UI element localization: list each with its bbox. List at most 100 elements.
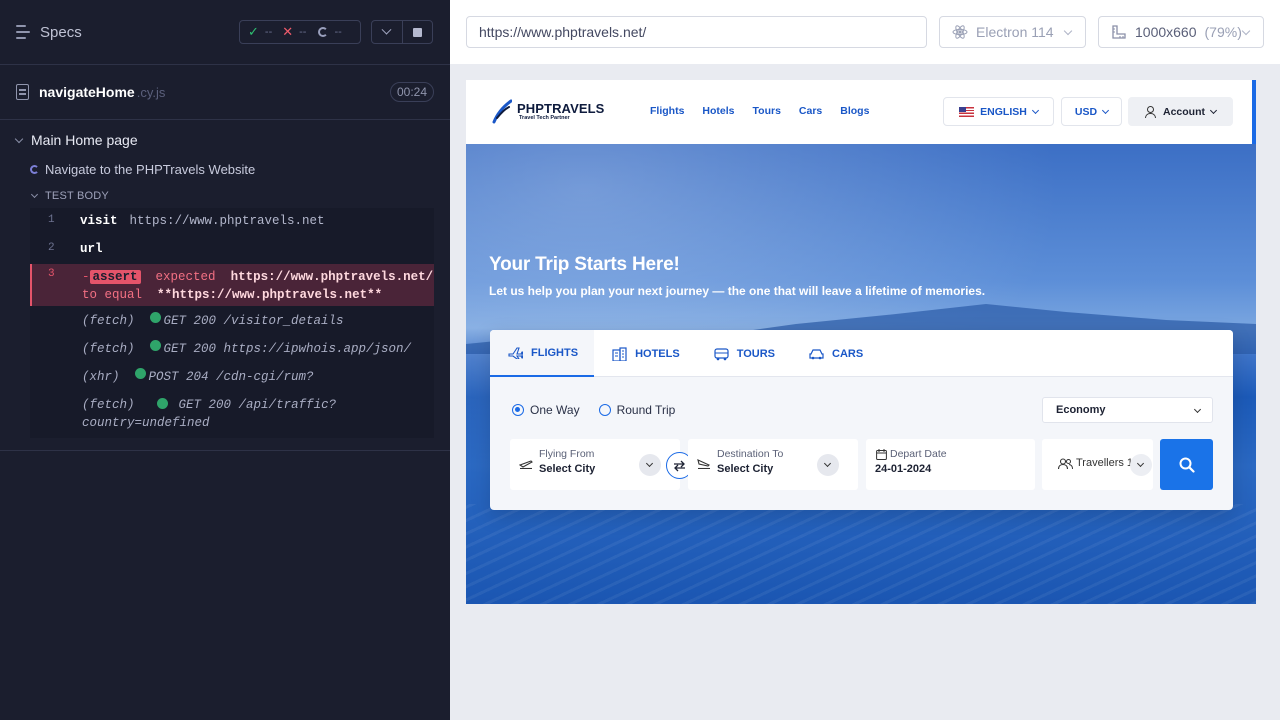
tab-cars[interactable]: CARS (791, 330, 879, 377)
one-way-label[interactable]: One Way (530, 403, 580, 417)
nav-link-flights[interactable]: Flights (650, 105, 684, 117)
users-icon (1058, 458, 1073, 470)
tab-tours[interactable]: TOURS (696, 330, 791, 377)
cabin-class-select[interactable]: Economy (1042, 397, 1213, 423)
cypress-reporter: Specs ✓ -- ✕ -- -- navigateHome .cy.js 0… (0, 0, 450, 720)
nav-link-cars[interactable]: Cars (799, 105, 822, 117)
assert-tag: assert (89, 270, 141, 284)
nav-link-tours[interactable]: Tours (753, 105, 781, 117)
round-trip-radio[interactable] (598, 404, 611, 416)
destination-dropdown[interactable] (817, 454, 839, 476)
request-text: GET 200 /visitor_details (163, 314, 344, 328)
expected-word: expected (155, 270, 216, 284)
travellers-dropdown[interactable] (1130, 454, 1152, 476)
specs-label[interactable]: Specs (40, 24, 82, 41)
destination-field[interactable]: Destination To Select City (688, 439, 858, 490)
request-kind: (fetch) (82, 342, 135, 356)
round-trip-label[interactable]: Round Trip (617, 403, 676, 417)
hero-lounge-chairs (466, 504, 1256, 604)
nav-link-hotels[interactable]: Hotels (702, 105, 734, 117)
hero-title: Your Trip Starts Here! (489, 254, 680, 275)
depart-date-value: 24-01-2024 (875, 463, 932, 475)
test-title-row[interactable]: Navigate to the PHPTravels Website (0, 154, 450, 184)
request-kind: (fetch) (82, 314, 135, 328)
currency-dropdown[interactable]: USD (1061, 97, 1122, 126)
status-dot-icon (149, 340, 161, 351)
passed-count: -- (264, 26, 273, 38)
user-icon (1145, 106, 1156, 118)
specs-list-icon[interactable] (16, 25, 32, 39)
chevron-down-icon (1193, 405, 1202, 414)
app-under-test-panel: https://www.phptravels.net/ Electron 114… (450, 0, 1280, 720)
account-dropdown[interactable]: Account (1128, 97, 1233, 126)
request-kind: (fetch) (82, 398, 135, 412)
network-request-row[interactable]: (fetch) GET 200 /api/traffic? country=un… (30, 390, 434, 432)
flying-from-label: Flying From (539, 448, 595, 460)
destination-label: Destination To (717, 448, 784, 460)
chevron-down-icon (381, 24, 392, 35)
flying-from-field[interactable]: Flying From Select City (510, 439, 680, 490)
account-label: Account (1163, 105, 1205, 118)
electron-icon (952, 25, 968, 39)
request-text: POST 204 /cdn-cgi/rum? (148, 370, 314, 384)
test-body-toggle[interactable]: TEST BODY (0, 184, 450, 208)
trip-type-group: One Way Round Trip (512, 403, 675, 417)
browser-name: Electron 114 (976, 24, 1054, 40)
chevron-down-icon (823, 459, 832, 468)
site-scrollbar[interactable] (1252, 80, 1256, 152)
plane-icon (508, 347, 523, 359)
search-button[interactable] (1160, 439, 1213, 490)
spec-file-name: navigateHome (39, 84, 135, 100)
tab-label: TOURS (736, 347, 775, 360)
takeoff-icon (519, 460, 533, 469)
network-request-row[interactable]: (fetch) GET 200 https://ipwhois.app/json… (30, 334, 434, 362)
status-dot-icon (134, 368, 146, 379)
tab-flights[interactable]: FLIGHTS (490, 330, 595, 377)
chevron-down-icon (1136, 459, 1145, 468)
command-name: visit (80, 214, 118, 228)
cabin-class-value: Economy (1056, 404, 1106, 416)
tab-label: FLIGHTS (531, 346, 579, 359)
nav-link-blogs[interactable]: Blogs (840, 105, 869, 117)
command-log: 1 visit https://www.phptravels.net 2 url… (30, 208, 434, 438)
chevron-down-icon (1031, 106, 1039, 114)
landing-icon (697, 459, 710, 469)
building-icon (612, 346, 627, 361)
logo-name: PHPTRAVELS (517, 100, 605, 116)
collapse-button[interactable] (372, 21, 403, 43)
test-title: Navigate to the PHPTravels Website (45, 161, 256, 177)
actual-value: **https://www.phptravels.net** (157, 288, 383, 302)
command-row[interactable]: 2 url (30, 236, 434, 264)
suite-title-row[interactable]: Main Home page (0, 126, 450, 154)
currency-label: USD (1074, 105, 1098, 118)
site-navbar: PHPTRAVELS Travel Tech Partner Flights H… (466, 80, 1256, 144)
reporter-header: Specs ✓ -- ✕ -- -- (0, 0, 450, 65)
running-spinner-icon (30, 164, 39, 174)
phptravels-site-frame: PHPTRAVELS Travel Tech Partner Flights H… (466, 80, 1256, 604)
travellers-field[interactable]: Travellers 1 (1042, 439, 1153, 490)
language-dropdown[interactable]: ENGLISH (943, 97, 1054, 126)
assert-dash: - (82, 270, 90, 284)
network-request-row[interactable]: (xhr) POST 204 /cdn-cgi/rum? (30, 362, 434, 390)
search-icon (1179, 457, 1195, 473)
network-request-row[interactable]: (fetch) GET 200 /visitor_details (30, 306, 434, 334)
failed-assert-row[interactable]: 3 - assert expected https://www.phptravel… (30, 264, 434, 306)
passed-check-icon: ✓ (248, 24, 259, 39)
command-row[interactable]: 1 visit https://www.phptravels.net (30, 208, 434, 236)
depart-date-field[interactable]: Depart Date 24-01-2024 (866, 439, 1035, 490)
chevron-down-icon (1063, 26, 1073, 36)
browser-selector[interactable]: Electron 114 (939, 16, 1086, 48)
url-bar[interactable]: https://www.phptravels.net/ (466, 16, 927, 48)
travellers-value: Travellers 1 (1076, 457, 1134, 469)
one-way-radio[interactable] (512, 404, 524, 416)
stop-button[interactable] (403, 21, 433, 43)
spec-file-row[interactable]: navigateHome .cy.js 00:24 (0, 65, 450, 120)
flying-from-dropdown[interactable] (639, 454, 661, 476)
tab-hotels[interactable]: HOTELS (594, 330, 696, 377)
main-nav: Flights Hotels Tours Cars Blogs (650, 105, 869, 117)
site-logo[interactable]: PHPTRAVELS Travel Tech Partner (492, 98, 604, 124)
flying-from-value: Select City (539, 463, 596, 475)
spec-file-extension: .cy.js (136, 84, 166, 100)
viewport-info[interactable]: 1000x660 (79%) (1098, 16, 1264, 48)
failed-count: -- (299, 26, 307, 38)
